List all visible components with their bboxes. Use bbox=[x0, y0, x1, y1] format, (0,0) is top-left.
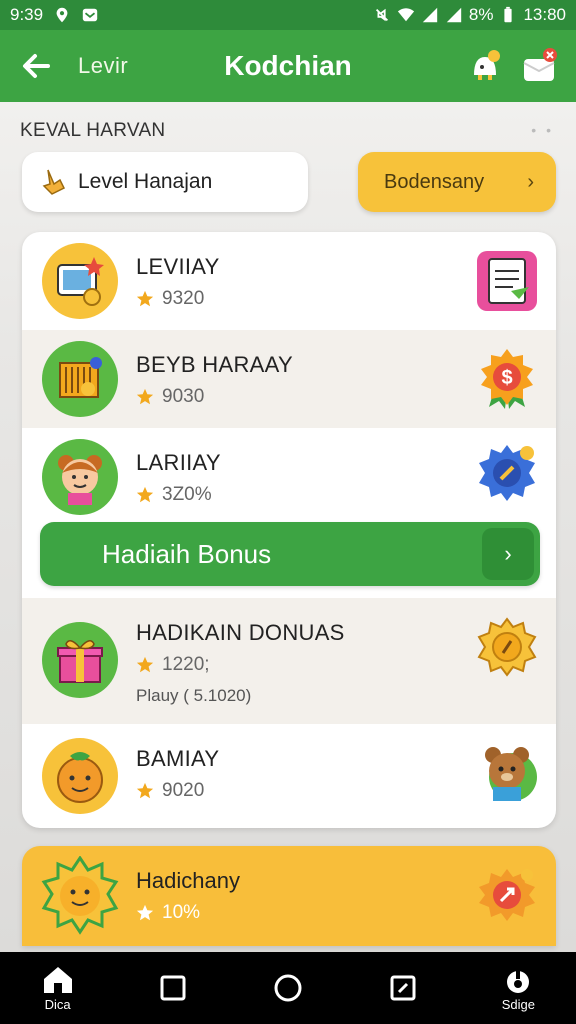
row-score: 9030 bbox=[136, 386, 204, 408]
level-list-card: LEVIIAY 9320 BEYB HARAAY 9030 $ LARIIAY … bbox=[22, 232, 556, 828]
nav-edit[interactable] bbox=[368, 956, 438, 1020]
coin-badge-icon bbox=[474, 616, 540, 682]
signal-icon-2 bbox=[446, 7, 462, 23]
row-title: LARIIAY bbox=[136, 450, 221, 475]
location-icon bbox=[56, 7, 68, 23]
star-icon bbox=[136, 782, 154, 799]
row-score-value: 9020 bbox=[162, 780, 205, 801]
battery-percent: 8% bbox=[468, 5, 494, 24]
svg-text:$: $ bbox=[501, 367, 512, 389]
bonus-button[interactable]: Hadiaih Bonus › bbox=[40, 522, 540, 586]
section-heading: KEVAL HARVAN bbox=[20, 120, 166, 141]
status-time: 9:39 bbox=[10, 5, 44, 24]
chevron-right-icon: › bbox=[527, 170, 534, 193]
battery-icon bbox=[504, 6, 513, 23]
star-icon bbox=[136, 656, 154, 673]
row-title: LEVIIAY bbox=[136, 254, 220, 279]
promo-card[interactable]: Hadichany 10% bbox=[22, 846, 556, 946]
nav-recents[interactable] bbox=[138, 956, 208, 1020]
nav-home-label: Dica bbox=[44, 996, 71, 1012]
sun-avatar-icon bbox=[40, 856, 120, 936]
rocket-badge-icon bbox=[474, 862, 540, 928]
row-score: 9320 bbox=[136, 288, 204, 310]
row-score-value: 9320 bbox=[162, 288, 205, 309]
nav-home[interactable]: Dica bbox=[23, 956, 93, 1020]
circle-icon bbox=[274, 974, 302, 1002]
orange-avatar-icon bbox=[42, 738, 118, 814]
status-clock: 13:80 bbox=[523, 5, 566, 24]
bottom-navigation: Dica Sdige bbox=[0, 952, 576, 1024]
square-icon bbox=[160, 975, 186, 1001]
nav-circle[interactable] bbox=[253, 956, 323, 1020]
gift-avatar-icon bbox=[42, 622, 118, 698]
list-item[interactable]: LARIIAY 3Z0% bbox=[22, 428, 556, 526]
home-icon bbox=[43, 966, 72, 993]
star-icon bbox=[136, 486, 154, 503]
notifications-button[interactable] bbox=[466, 47, 504, 85]
clipboard-badge-icon bbox=[474, 248, 540, 314]
arrow-left-icon bbox=[23, 54, 50, 78]
wifi-icon bbox=[397, 8, 414, 22]
star-icon bbox=[136, 290, 154, 307]
row-title: HADIKAIN DONUAS bbox=[136, 620, 345, 645]
row-score: 3Z0% bbox=[136, 484, 212, 506]
nav-settings[interactable]: Sdige bbox=[483, 956, 553, 1020]
bell-icon bbox=[474, 50, 500, 80]
row-score-value: 9030 bbox=[162, 386, 205, 407]
notification-icon bbox=[82, 8, 98, 22]
mailbox-icon bbox=[523, 48, 557, 81]
back-button[interactable] bbox=[18, 48, 54, 84]
app-bar-subtitle: Levir bbox=[78, 53, 129, 78]
app-bar: Levir Kodchian bbox=[0, 30, 576, 102]
promo-title: Hadichany bbox=[136, 868, 240, 893]
star-icon bbox=[136, 904, 154, 921]
more-dots-icon[interactable]: • • bbox=[531, 122, 554, 138]
gear-badge-icon bbox=[474, 440, 540, 506]
list-item[interactable]: BAMIAY 9020 bbox=[22, 724, 556, 828]
action-button-label: Bodensany bbox=[384, 170, 485, 193]
row-score-value: 1220; bbox=[162, 654, 210, 675]
row-title: BEYB HARAAY bbox=[136, 352, 293, 377]
bonus-button-label: Hadiaih Bonus bbox=[102, 538, 272, 569]
child-avatar-icon bbox=[42, 439, 118, 515]
hand-pointer-icon bbox=[42, 169, 66, 195]
dollar-badge-icon: $ bbox=[474, 346, 540, 412]
status-bar: 9:39 8% 13:80 bbox=[0, 0, 576, 30]
level-selector[interactable]: Level Hanajan bbox=[22, 152, 308, 212]
level-selector-label: Level Hanajan bbox=[78, 170, 213, 193]
edit-icon bbox=[390, 975, 416, 1001]
bear-badge-icon bbox=[474, 740, 540, 806]
power-icon bbox=[507, 966, 530, 993]
inbox-button[interactable] bbox=[520, 47, 558, 85]
promo-score-value: 10% bbox=[162, 902, 201, 923]
list-item[interactable]: HADIKAIN DONUAS 1220; Plauy ( 5.1020) bbox=[22, 598, 556, 724]
mute-icon bbox=[375, 8, 388, 22]
row-score-value: 3Z0% bbox=[162, 484, 212, 505]
nav-settings-label: Sdige bbox=[501, 996, 535, 1012]
row-title: BAMIAY bbox=[136, 746, 220, 771]
signal-icon bbox=[422, 7, 438, 23]
row-score: 9020 bbox=[136, 780, 204, 802]
row-subtext: Plauy ( 5.1020) bbox=[136, 686, 252, 705]
star-icon bbox=[136, 388, 154, 405]
gate-avatar-icon bbox=[42, 341, 118, 417]
row-score: 1220; bbox=[136, 654, 210, 676]
list-item[interactable]: BEYB HARAAY 9030 $ bbox=[22, 330, 556, 428]
action-button[interactable]: Bodensany › bbox=[358, 152, 556, 212]
tablet-avatar-icon bbox=[42, 243, 118, 319]
promo-score: 10% bbox=[136, 902, 200, 924]
list-item[interactable]: LEVIIAY 9320 bbox=[22, 232, 556, 330]
chevron-right-icon: › bbox=[482, 528, 534, 580]
